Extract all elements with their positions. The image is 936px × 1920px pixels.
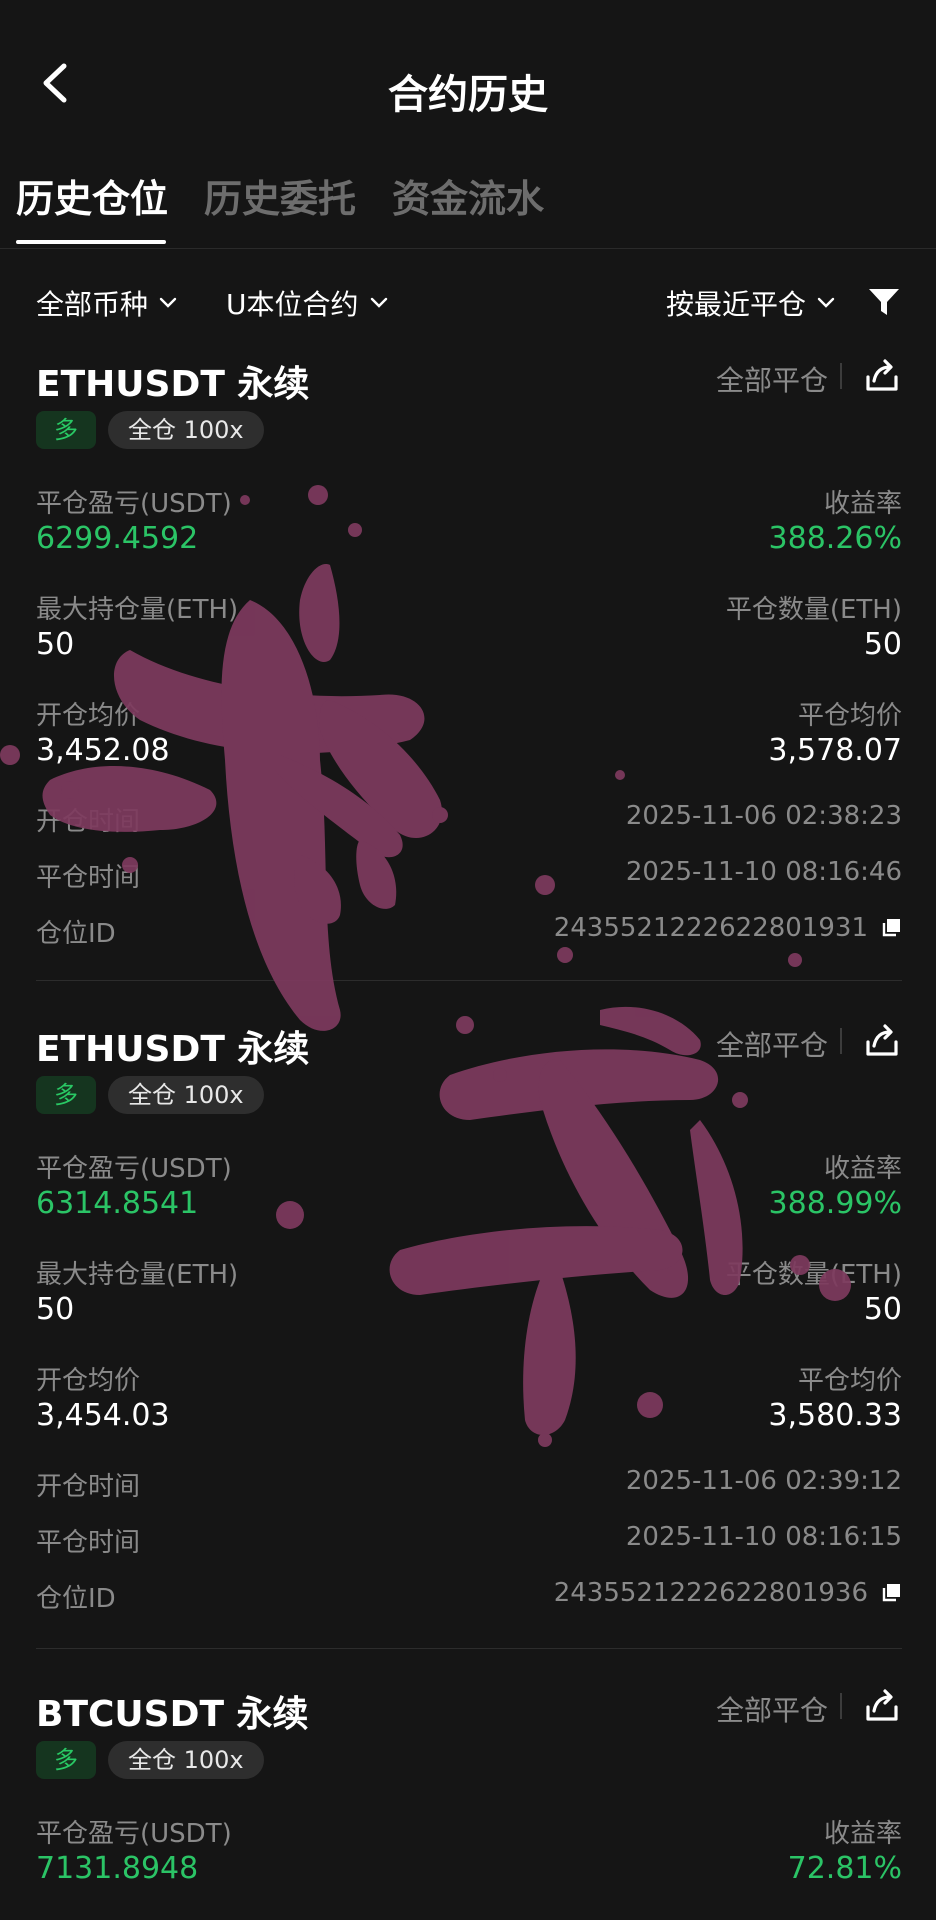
tab-history-positions[interactable]: 历史仓位: [16, 168, 168, 223]
tab-fund-flow[interactable]: 资金流水: [392, 168, 544, 223]
open-avg-label: 开仓均价: [36, 1366, 141, 1396]
long-badge: 多: [36, 1076, 96, 1114]
open-avg-value: 3,452.08: [36, 733, 170, 768]
contract-filter-dropdown[interactable]: U本位合约: [226, 283, 389, 323]
roi-label: 收益率: [823, 489, 902, 519]
funnel-icon[interactable]: [868, 287, 900, 317]
close-avg-value: 3,580.33: [768, 1398, 902, 1433]
close-all-button[interactable]: 全部平仓: [716, 1689, 828, 1729]
pnl-label: 平仓盈亏(USDT): [36, 489, 232, 519]
close-qty-value: 50: [863, 627, 902, 662]
open-time-label: 开仓时间: [36, 1472, 141, 1502]
pnl-value: 6299.4592: [36, 521, 199, 556]
open-time-value: 2025-11-06 02:39:12: [625, 1466, 902, 1496]
max-hold-value: 50: [36, 627, 75, 662]
position-card: ETHUSDT 永续 全部平仓 多 全仓 100x 平仓盈亏(USDT) 收益率…: [36, 355, 902, 949]
pnl-value: 7131.8948: [36, 1851, 199, 1886]
filter-row: 全部币种 U本位合约 按最近平仓: [0, 275, 936, 331]
symbol-title: BTCUSDT 永续: [36, 1694, 309, 1735]
close-qty-value: 50: [863, 1292, 902, 1327]
close-avg-value: 3,578.07: [768, 733, 902, 768]
top-bar: 合约历史: [0, 40, 936, 130]
open-time-value: 2025-11-06 02:38:23: [625, 801, 902, 831]
margin-mode-badge: 全仓 100x: [108, 411, 264, 449]
open-avg-value: 3,454.03: [36, 1398, 170, 1433]
close-avg-label: 平仓均价: [797, 701, 902, 731]
page-title: 合约历史: [388, 72, 548, 118]
close-all-button[interactable]: 全部平仓: [716, 1024, 828, 1064]
position-card: BTCUSDT 永续 全部平仓 多 全仓 100x 平仓盈亏(USDT) 收益率…: [36, 1685, 902, 1920]
sort-dropdown[interactable]: 按最近平仓: [666, 283, 836, 323]
close-time-value: 2025-11-10 08:16:15: [625, 1522, 902, 1552]
pnl-value: 6314.8541: [36, 1186, 199, 1221]
margin-mode-badge: 全仓 100x: [108, 1741, 264, 1779]
divider: [840, 1693, 842, 1719]
close-time-label: 平仓时间: [36, 863, 141, 893]
close-all-button[interactable]: 全部平仓: [716, 359, 828, 399]
coin-filter-label: 全部币种: [36, 288, 149, 321]
close-avg-label: 平仓均价: [797, 1366, 902, 1396]
card-divider: [36, 980, 902, 981]
sort-label: 按最近平仓: [666, 288, 807, 321]
open-avg-label: 开仓均价: [36, 701, 141, 731]
tab-history-orders[interactable]: 历史委托: [204, 168, 356, 223]
position-id-label: 仓位ID: [36, 1584, 116, 1614]
chevron-down-icon: [159, 297, 177, 308]
max-hold-label: 最大持仓量(ETH): [36, 1260, 239, 1290]
max-hold-value: 50: [36, 1292, 75, 1327]
symbol-title: ETHUSDT 永续: [36, 364, 310, 405]
copy-icon[interactable]: [880, 917, 902, 939]
close-qty-label: 平仓数量(ETH): [725, 595, 902, 625]
max-hold-label: 最大持仓量(ETH): [36, 595, 239, 625]
long-badge: 多: [36, 1741, 96, 1779]
share-icon[interactable]: [862, 1685, 902, 1725]
position-id-value: 2435521222622801936: [553, 1578, 868, 1608]
chevron-down-icon: [370, 297, 387, 308]
pnl-label: 平仓盈亏(USDT): [36, 1819, 232, 1849]
coin-filter-dropdown[interactable]: 全部币种: [36, 283, 178, 323]
position-id-row: 2435521222622801936: [554, 1578, 902, 1608]
position-id-row: 2435521222622801931: [554, 913, 902, 943]
active-tab-indicator: [16, 240, 166, 244]
copy-icon[interactable]: [880, 1582, 902, 1604]
contract-history-screen: 合约历史 历史仓位 历史委托 资金流水 全部币种 U本位合约 按最近平仓 ETH…: [0, 0, 936, 1920]
divider: [840, 1028, 842, 1054]
close-time-value: 2025-11-10 08:16:46: [625, 857, 902, 887]
share-icon[interactable]: [862, 355, 902, 395]
symbol-title: ETHUSDT 永续: [36, 1029, 310, 1070]
card-divider: [36, 1648, 902, 1649]
pnl-label: 平仓盈亏(USDT): [36, 1154, 232, 1184]
position-id-label: 仓位ID: [36, 919, 116, 949]
tab-bar: 历史仓位 历史委托 资金流水: [0, 160, 936, 249]
roi-label: 收益率: [823, 1154, 902, 1184]
roi-value: 388.99%: [768, 1186, 902, 1221]
margin-mode-badge: 全仓 100x: [108, 1076, 264, 1114]
close-qty-label: 平仓数量(ETH): [725, 1260, 902, 1290]
chevron-down-icon: [817, 297, 835, 308]
roi-value: 388.26%: [768, 521, 902, 556]
long-badge: 多: [36, 411, 96, 449]
roi-value: 72.81%: [787, 1851, 902, 1886]
open-time-label: 开仓时间: [36, 807, 141, 837]
position-card: ETHUSDT 永续 全部平仓 多 全仓 100x 平仓盈亏(USDT) 收益率…: [36, 1020, 902, 1614]
roi-label: 收益率: [823, 1819, 902, 1849]
position-id-value: 2435521222622801931: [553, 913, 868, 943]
share-icon[interactable]: [862, 1020, 902, 1060]
divider: [840, 363, 842, 389]
contract-filter-label: U本位合约: [226, 288, 359, 321]
close-time-label: 平仓时间: [36, 1528, 141, 1558]
